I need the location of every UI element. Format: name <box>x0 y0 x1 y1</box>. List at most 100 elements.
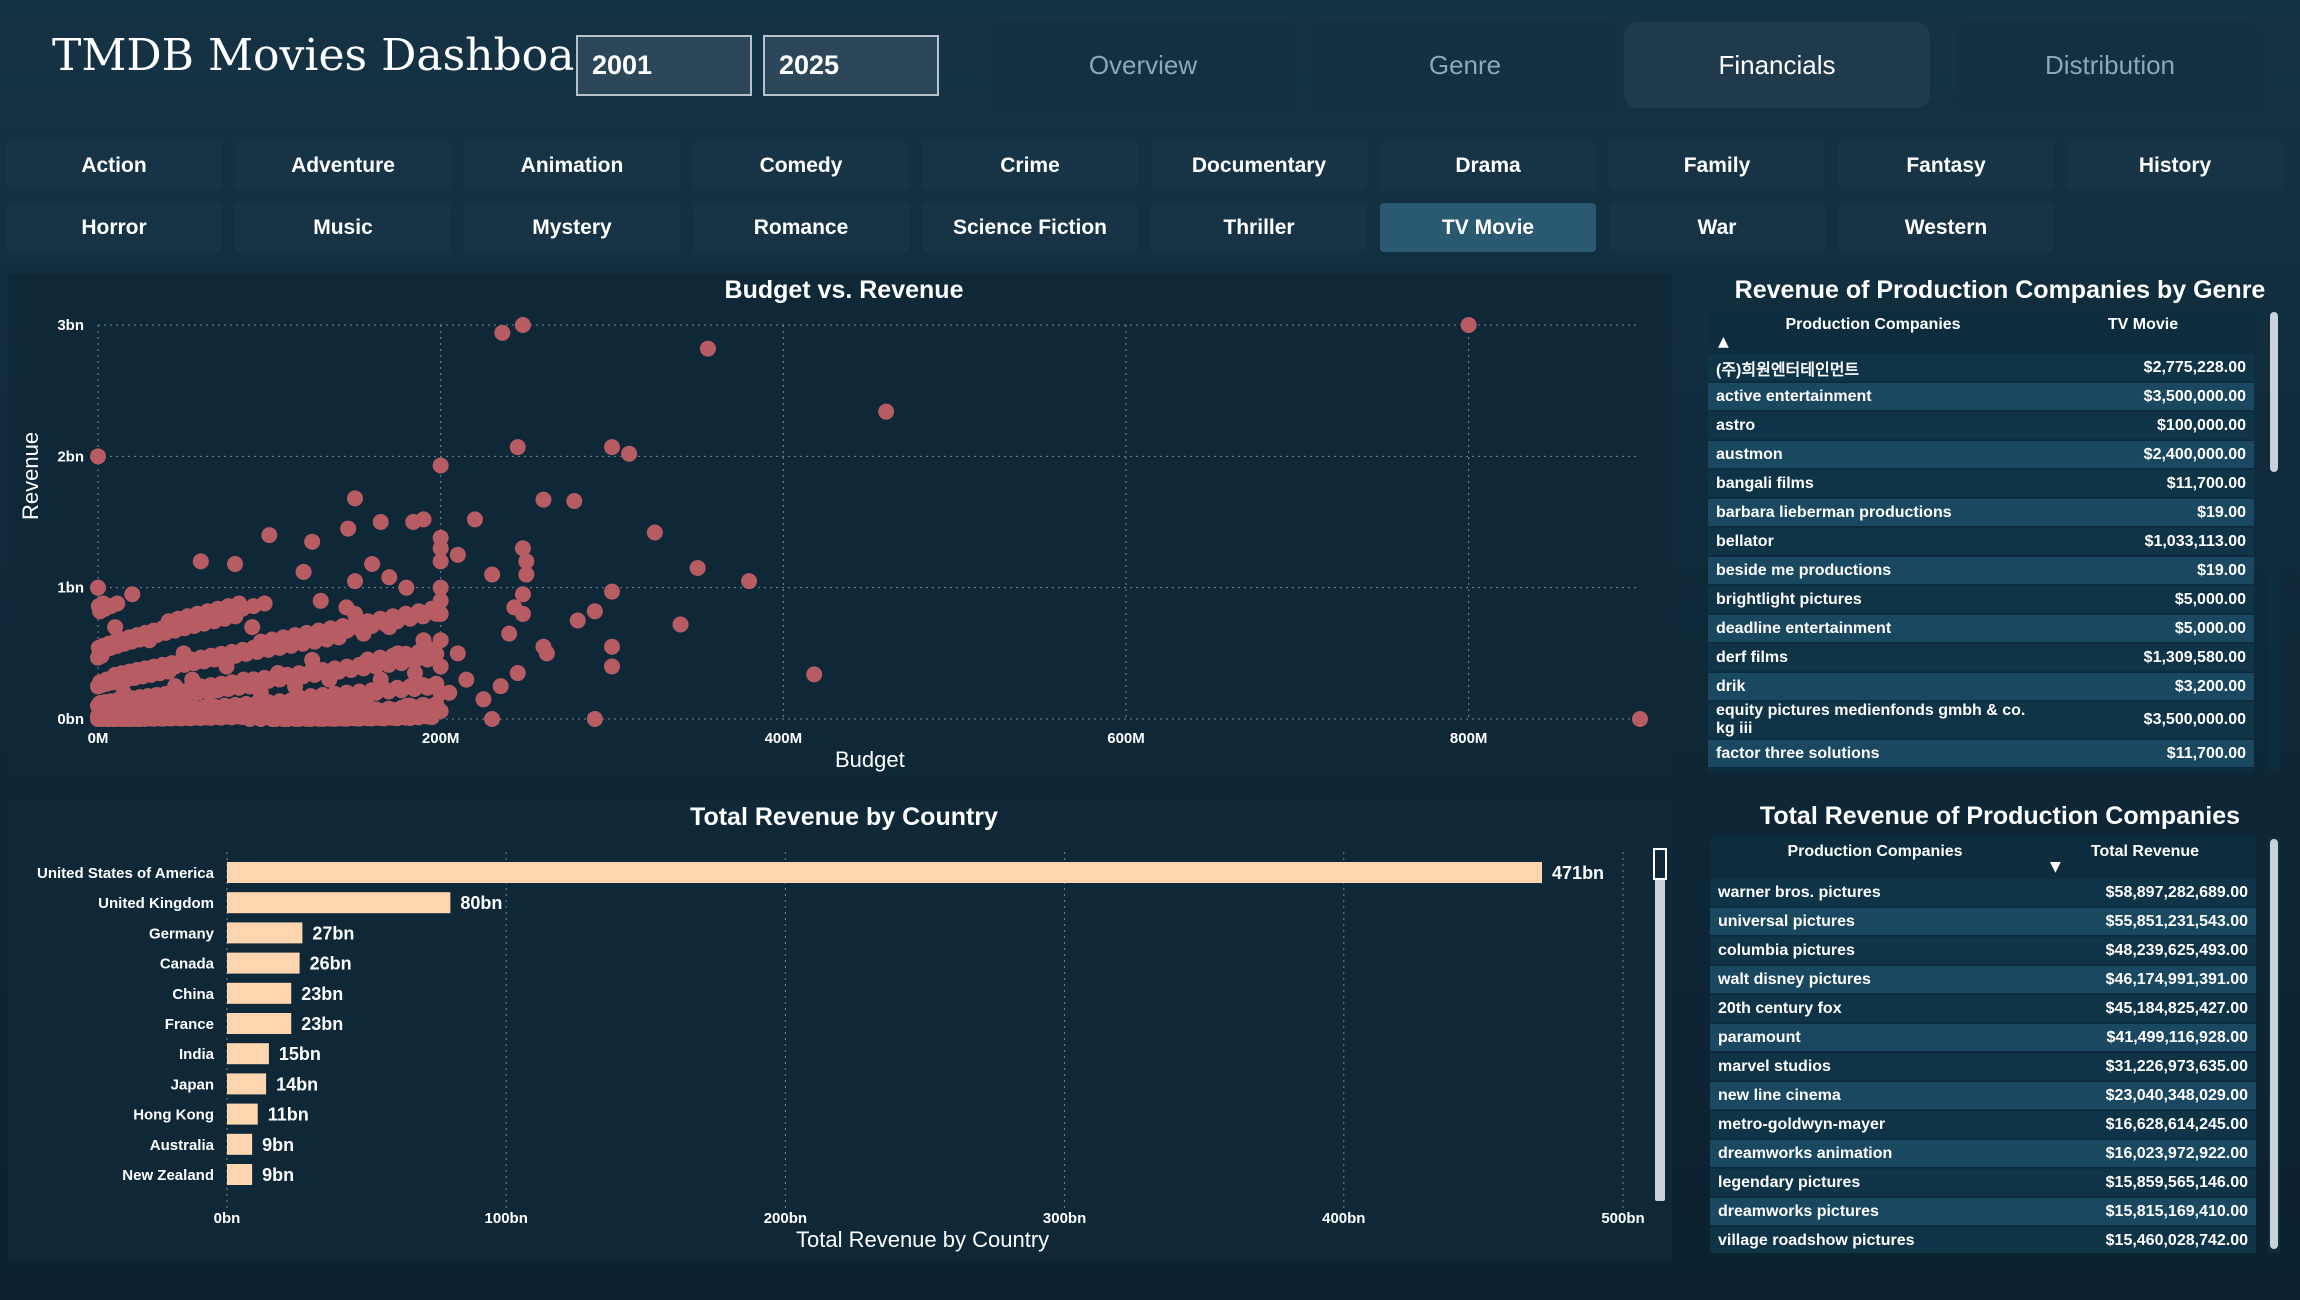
table-row[interactable]: factor three solutions $11,700.00 <box>1708 740 2254 767</box>
scatter-point[interactable] <box>167 678 184 695</box>
table-row[interactable]: universal pictures $55,851,231,543.00 <box>1710 908 2256 935</box>
total-table-scroll-thumb[interactable] <box>2270 839 2278 1249</box>
scatter-point[interactable] <box>406 665 423 682</box>
table-row[interactable]: new line cinema $23,040,348,029.00 <box>1710 1082 2256 1109</box>
scatter-point[interactable] <box>364 704 381 721</box>
genre-button-tv-movie[interactable]: TV Movie <box>1380 203 1596 252</box>
table-row[interactable]: drik $3,200.00 <box>1708 673 2254 700</box>
scatter-point[interactable] <box>295 563 312 580</box>
table-row[interactable]: warner bros. pictures $58,897,282,689.00 <box>1710 879 2256 906</box>
scatter-point[interactable] <box>432 684 449 701</box>
total-table-header-company[interactable]: Production Companies <box>1710 843 2040 861</box>
scatter-point[interactable] <box>432 579 449 596</box>
scatter-point[interactable] <box>372 671 389 688</box>
scatter-point[interactable] <box>475 691 492 708</box>
scatter-point[interactable] <box>160 663 177 680</box>
genre-button-war[interactable]: War <box>1609 203 1825 252</box>
scatter-point[interactable] <box>389 645 406 662</box>
scatter-point[interactable] <box>506 599 523 616</box>
scatter-chart[interactable]: 0bn 1bn 2bn 3bn 0M 200M 400M 600M 800M <box>0 300 1680 780</box>
scatter-point[interactable] <box>689 559 706 576</box>
scatter-point[interactable] <box>269 665 286 682</box>
scatter-point[interactable] <box>355 658 372 675</box>
scatter-point[interactable] <box>509 439 526 456</box>
genre-button-family[interactable]: Family <box>1609 141 1825 190</box>
scatter-point[interactable] <box>338 684 355 701</box>
scatter-point[interactable] <box>604 658 620 675</box>
scatter-point[interactable] <box>201 684 218 701</box>
scatter-point[interactable] <box>432 658 449 675</box>
scatter-point[interactable] <box>115 684 132 701</box>
scatter-point[interactable] <box>347 573 363 590</box>
scatter-point[interactable] <box>449 546 466 563</box>
genre-button-animation[interactable]: Animation <box>464 141 680 190</box>
scatter-point[interactable] <box>535 491 552 508</box>
scatter-point[interactable] <box>432 703 449 720</box>
scatter-point[interactable] <box>261 703 278 720</box>
table-row[interactable]: bellator $1,033,113.00 <box>1708 528 2254 555</box>
table-row[interactable]: astro $100,000.00 <box>1708 412 2254 439</box>
scatter-point[interactable] <box>566 492 583 509</box>
table-row[interactable]: village roadshow pictures $15,460,028,742… <box>1710 1227 2256 1253</box>
scatter-point[interactable] <box>192 704 209 721</box>
scatter-point[interactable] <box>329 700 346 717</box>
scatter-point[interactable] <box>359 688 376 705</box>
scatter-point[interactable] <box>295 705 312 722</box>
scatter-point[interactable] <box>287 678 304 695</box>
genre-button-fantasy[interactable]: Fantasy <box>1838 141 2054 190</box>
scatter-point[interactable] <box>501 625 518 642</box>
table-row[interactable]: austmon $2,400,000.00 <box>1708 441 2254 468</box>
scatter-point[interactable] <box>261 527 278 544</box>
country-bar[interactable] <box>227 982 292 1004</box>
scatter-point[interactable] <box>514 317 531 333</box>
table-row[interactable]: marvel studios $31,226,973,635.00 <box>1710 1053 2256 1080</box>
country-bar-chart[interactable]: 0bn 100bn 200bn 300bn 400bn 500bn United State… <box>0 830 1680 1240</box>
sort-descending-icon[interactable]: ▼ <box>2050 859 2061 875</box>
scatter-point[interactable] <box>432 457 449 474</box>
genre-table-scrollbar[interactable] <box>2268 310 2280 770</box>
table-row[interactable]: derf films $1,309,580.00 <box>1708 644 2254 671</box>
scatter-point[interactable] <box>569 612 586 629</box>
table-row[interactable]: legendary pictures $15,859,565,146.00 <box>1710 1169 2256 1196</box>
genre-button-science-fiction[interactable]: Science Fiction <box>922 203 1138 252</box>
scatter-point[interactable] <box>124 586 141 603</box>
scatter-point[interactable] <box>741 573 758 590</box>
table-row[interactable]: walt disney pictures $46,174,991,391.00 <box>1710 966 2256 993</box>
year-end-input[interactable]: 2025 <box>763 35 939 96</box>
scatter-point[interactable] <box>109 595 126 612</box>
scatter-point[interactable] <box>518 566 535 583</box>
genre-button-action[interactable]: Action <box>6 141 222 190</box>
scatter-point[interactable] <box>244 619 261 636</box>
table-row[interactable]: beside me productions $19.00 <box>1708 557 2254 584</box>
table-row[interactable]: (주)희원엔터테인먼트 $2,775,228.00 <box>1708 354 2254 381</box>
scatter-point[interactable] <box>312 592 329 609</box>
genre-button-western[interactable]: Western <box>1838 203 2054 252</box>
scatter-point[interactable] <box>381 619 398 636</box>
scatter-point[interactable] <box>90 448 106 465</box>
scatter-point[interactable] <box>415 511 432 528</box>
genre-button-adventure[interactable]: Adventure <box>235 141 451 190</box>
scatter-point[interactable] <box>227 608 244 625</box>
scatter-point[interactable] <box>432 540 449 557</box>
scatter-point[interactable] <box>586 711 603 727</box>
country-bar[interactable] <box>227 952 300 974</box>
scatter-point[interactable] <box>484 566 501 583</box>
table-row[interactable]: dreamworks animation $16,023,972,922.00 <box>1710 1140 2256 1167</box>
genre-button-mystery[interactable]: Mystery <box>464 203 680 252</box>
scatter-point[interactable] <box>227 697 244 714</box>
scatter-point[interactable] <box>278 632 295 649</box>
scatter-point[interactable] <box>672 616 689 633</box>
scatter-point[interactable] <box>209 605 226 622</box>
table-row[interactable]: bangali films $11,700.00 <box>1708 470 2254 497</box>
bar-scrollbar[interactable] <box>1655 849 1665 1201</box>
genre-button-drama[interactable]: Drama <box>1380 141 1596 190</box>
scatter-point[interactable] <box>514 540 531 557</box>
scatter-point[interactable] <box>158 700 175 717</box>
scatter-point[interactable] <box>492 678 509 695</box>
scatter-point[interactable] <box>494 324 511 341</box>
scatter-point[interactable] <box>227 556 244 573</box>
country-bar[interactable] <box>227 1013 292 1034</box>
total-table-header-value[interactable]: Total Revenue <box>2040 843 2250 861</box>
scatter-point[interactable] <box>364 556 381 573</box>
table-row[interactable]: dreamworks pictures $15,815,169,410.00 <box>1710 1198 2256 1225</box>
